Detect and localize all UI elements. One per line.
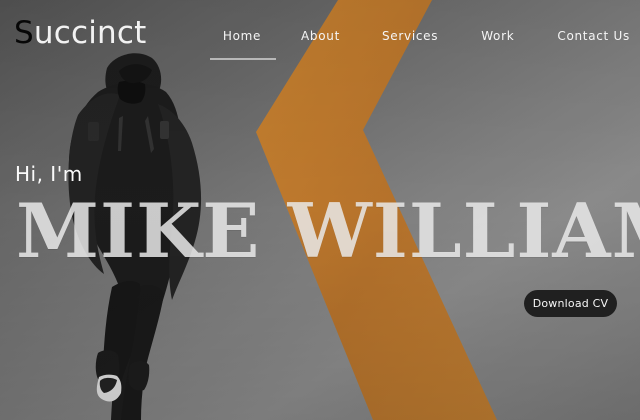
nav-work[interactable]: Work: [481, 24, 514, 56]
nav-home-label: Home: [222, 29, 262, 43]
nav-home[interactable]: Home: [208, 24, 276, 60]
brand-initial: S: [14, 15, 34, 51]
main-navigation: Home About Services Work Contact Us: [208, 24, 630, 60]
brand-logo[interactable]: Succinct: [14, 13, 147, 53]
brand-name: uccinct: [33, 15, 147, 51]
hero-name: MIKE WILLIAMS: [16, 187, 640, 275]
nav-services-label: Services: [381, 29, 439, 43]
nav-contact-us[interactable]: Contact Us: [557, 24, 630, 56]
nav-about-label: About: [301, 29, 340, 43]
nav-services[interactable]: Services: [382, 24, 438, 56]
hero-section: Succinct Home About Services Work Contac…: [0, 0, 640, 420]
nav-about[interactable]: About: [301, 24, 340, 56]
download-cv-button[interactable]: Download CV: [524, 290, 617, 317]
active-nav-indicator: [210, 58, 276, 60]
hero-greeting: Hi, I'm: [15, 162, 83, 186]
nav-contact-us-label: Contact Us: [557, 29, 630, 43]
nav-work-label: Work: [481, 29, 515, 43]
